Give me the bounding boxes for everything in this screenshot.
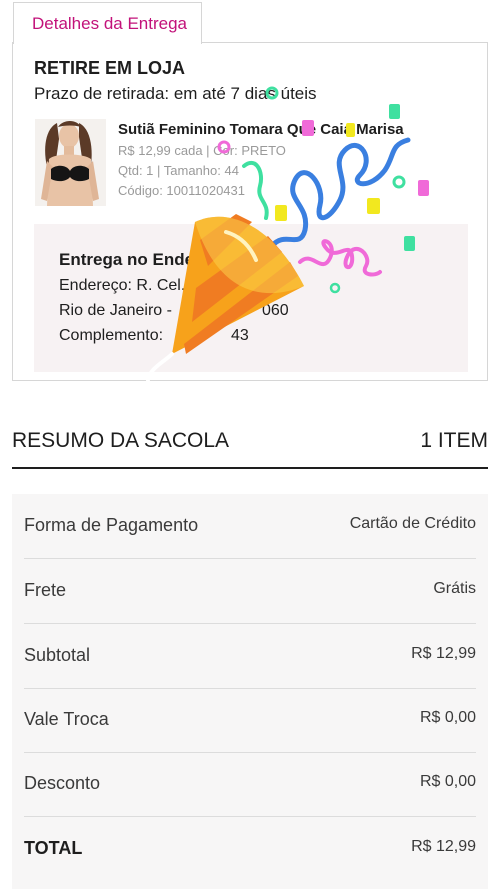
- summary-row-label: Frete: [24, 580, 67, 600]
- summary-box: Forma de Pagamento Cartão de Crédito Fre…: [12, 494, 488, 889]
- product-image[interactable]: [35, 119, 106, 206]
- summary-row-value: R$ 0,00: [419, 773, 476, 790]
- summary-row-subtotal: Subtotal R$ 12,99: [24, 624, 476, 689]
- summary-row-label: TOTAL: [24, 838, 83, 858]
- summary-divider: [12, 467, 488, 469]
- delivery-card: RETIRE EM LOJA Prazo de retirada: em até…: [12, 42, 488, 381]
- summary-row-label: Subtotal: [24, 645, 91, 665]
- tab-delivery-details[interactable]: Detalhes da Entrega: [13, 2, 202, 44]
- pickup-title: RETIRE EM LOJA: [34, 58, 186, 78]
- address-complement: Complemento:: [59, 327, 164, 344]
- summary-row-payment: Forma de Pagamento Cartão de Crédito: [24, 494, 476, 559]
- product-price-color: R$ 12,99 cada | Cor: PRETO: [118, 143, 286, 158]
- summary-row-value: Cartão de Crédito: [349, 515, 476, 532]
- summary-row-label: Desconto: [24, 773, 101, 793]
- summary-item-count: 1 ITEM: [420, 429, 488, 452]
- pickup-deadline: Prazo de retirada: em até 7 dias úteis: [34, 84, 317, 103]
- tab-delivery-details-label: Detalhes da Entrega: [32, 14, 187, 33]
- summary-row-discount: Desconto R$ 0,00: [24, 752, 476, 817]
- summary-row-value: Grátis: [433, 580, 476, 597]
- address-complement-suffix: 43: [231, 327, 249, 344]
- summary-row-label: Forma de Pagamento: [24, 515, 199, 535]
- address-city: Rio de Janeiro -: [59, 302, 172, 319]
- product-qty-size: Qtd: 1 | Tamanho: 44: [118, 163, 239, 178]
- summary-row-shipping: Frete Grátis: [24, 559, 476, 624]
- product-name[interactable]: Sutiã Feminino Tomara Que Caia Marisa: [118, 121, 404, 138]
- summary-row-value: R$ 0,00: [419, 709, 476, 726]
- address-title: Entrega no Endereço: [59, 250, 230, 269]
- address-city-suffix: 060: [262, 302, 289, 319]
- summary-row-label: Vale Troca: [24, 709, 109, 729]
- address-street: Endereço: R. Cel.: [59, 277, 186, 294]
- product-code: Código: 10011020431: [118, 183, 245, 198]
- summary-row-exchange-voucher: Vale Troca R$ 0,00: [24, 688, 476, 753]
- summary-title: RESUMO DA SACOLA: [12, 429, 230, 452]
- address-box: Entrega no Endereço Endereço: R. Cel. Ri…: [34, 224, 468, 372]
- summary-row-total: TOTAL R$ 12,99: [24, 817, 476, 881]
- summary-row-value: R$ 12,99: [411, 645, 476, 662]
- summary-row-value: R$ 12,99: [411, 838, 476, 855]
